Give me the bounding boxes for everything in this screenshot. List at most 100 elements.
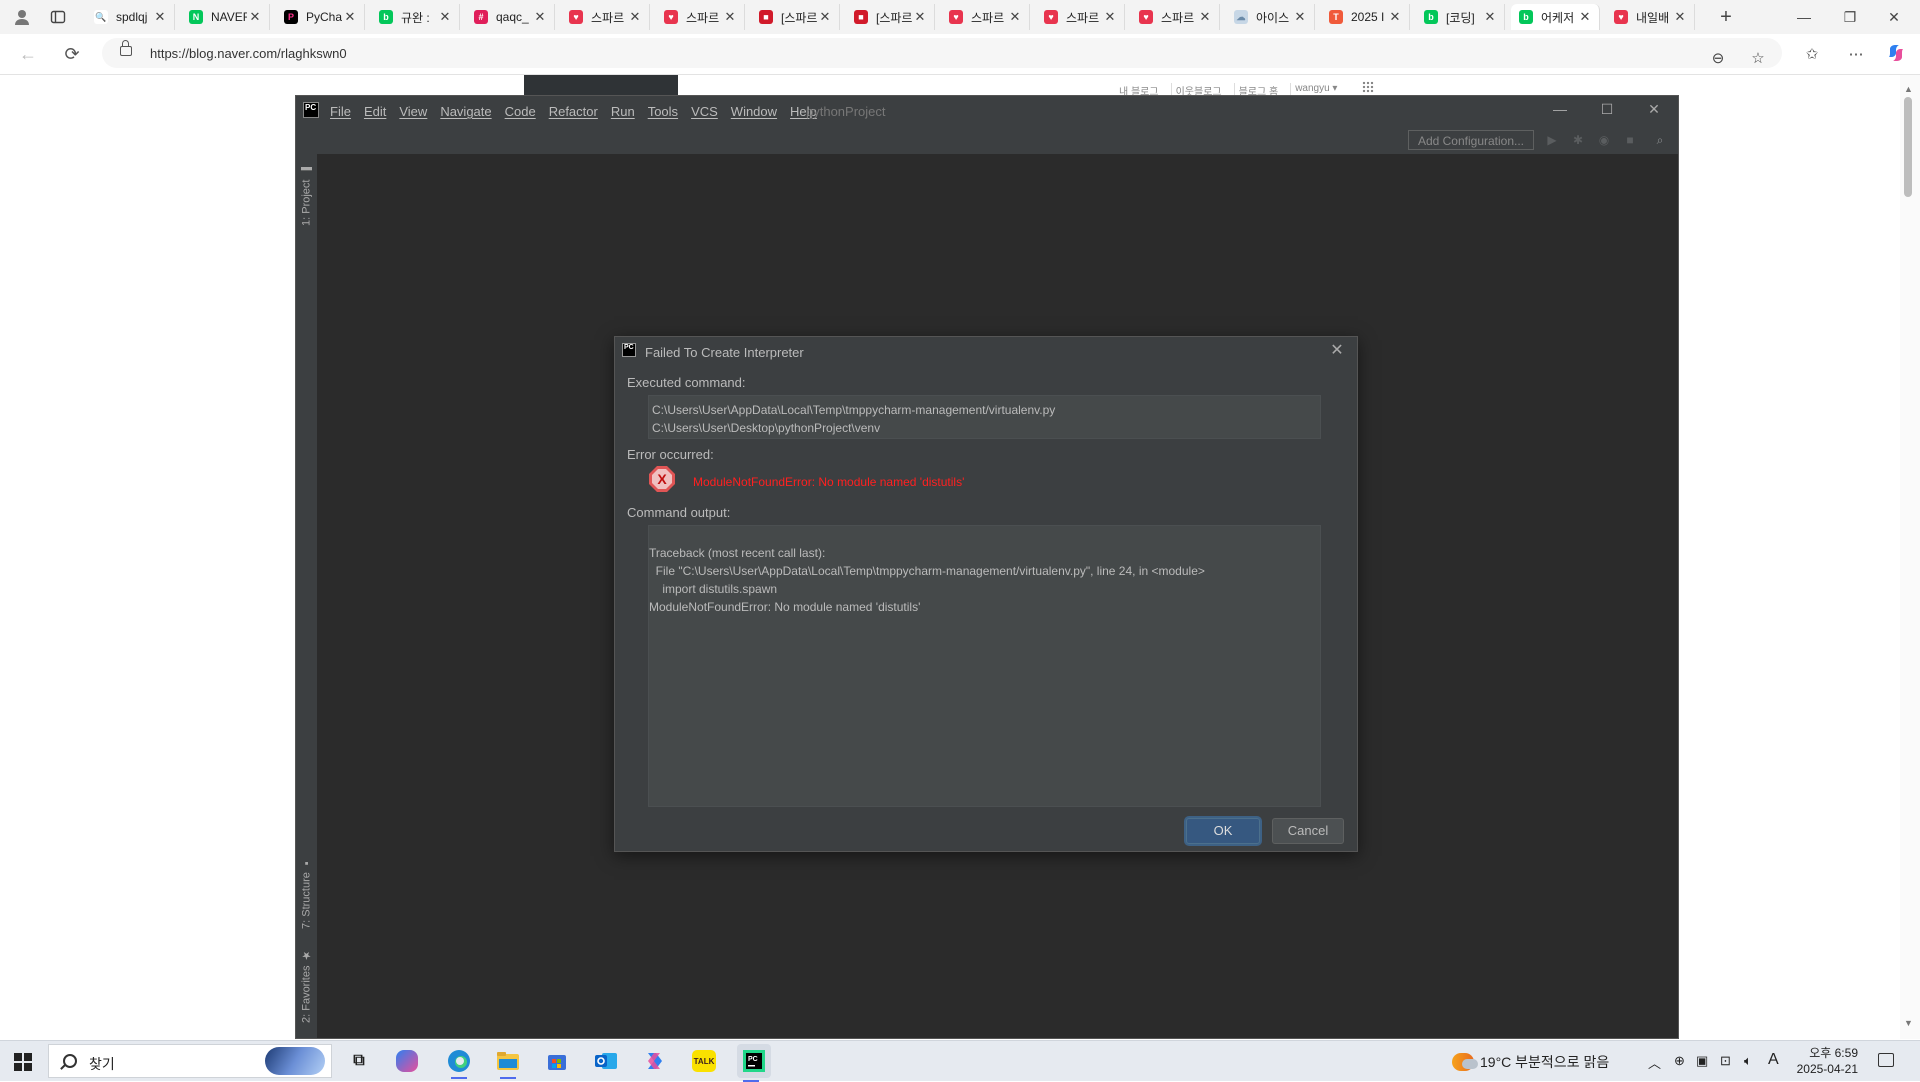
browser-tab[interactable]: ■ [스파르 ✕ xyxy=(846,4,935,30)
tab-close-icon[interactable]: ✕ xyxy=(1577,9,1593,25)
command-output-box[interactable]: Traceback (most recent call last): File … xyxy=(648,525,1321,807)
tab-close-icon[interactable]: ✕ xyxy=(437,9,453,25)
browser-tab[interactable]: # qaqc_ ✕ xyxy=(466,4,555,30)
tab-close-icon[interactable]: ✕ xyxy=(532,9,548,25)
tab-close-icon[interactable]: ✕ xyxy=(1482,9,1498,25)
tab-close-icon[interactable]: ✕ xyxy=(912,9,928,25)
browser-tab[interactable]: ♥ 스파르 ✕ xyxy=(656,4,745,30)
search-everywhere-icon[interactable]: ⌕ xyxy=(1652,132,1668,148)
browser-tab[interactable]: T 2025 I ✕ xyxy=(1321,4,1410,30)
tab-close-icon[interactable]: ✕ xyxy=(627,9,643,25)
kakaotalk-icon[interactable]: TALK xyxy=(692,1050,716,1072)
menu-run[interactable]: Run xyxy=(611,104,635,119)
tab-close-icon[interactable]: ✕ xyxy=(817,9,833,25)
microsoft-store-icon[interactable] xyxy=(543,1047,571,1075)
menu-navigate[interactable]: Navigate xyxy=(440,104,491,119)
project-tool-tab[interactable]: 1: Project ▬ xyxy=(296,160,317,230)
start-menu-icon[interactable] xyxy=(14,1053,32,1071)
scroll-down-arrow-icon[interactable]: ▼ xyxy=(1904,1018,1913,1028)
menu-file[interactable]: File xyxy=(330,104,351,119)
debug-icon[interactable]: ✱ xyxy=(1570,132,1586,148)
browser-tab[interactable]: ♥ 스파르 ✕ xyxy=(561,4,650,30)
menu-window[interactable]: Window xyxy=(731,104,777,119)
browser-tab[interactable]: ♥ 스파르 ✕ xyxy=(1131,4,1220,30)
taskbar-search-box[interactable]: 찾기 xyxy=(48,1044,332,1078)
add-configuration-button[interactable]: Add Configuration... xyxy=(1408,130,1534,150)
ime-indicator[interactable]: A xyxy=(1768,1051,1779,1069)
weather-widget[interactable]: 19°C 부분적으로 맑음 xyxy=(1452,1052,1609,1072)
zoom-out-icon[interactable]: ⊖ xyxy=(1708,48,1728,68)
tab-actions-icon[interactable] xyxy=(44,4,72,30)
task-view-icon[interactable]: ⧉ xyxy=(345,1047,373,1075)
close-window-icon[interactable]: ✕ xyxy=(1880,4,1908,30)
back-arrow-icon[interactable]: ← xyxy=(14,40,42,68)
browser-tab[interactable]: ♥ 내일배 ✕ xyxy=(1606,4,1695,30)
browser-tab[interactable]: ■ [스파르 ✕ xyxy=(751,4,840,30)
browser-tab[interactable]: ☁ 아이스 ✕ xyxy=(1226,4,1315,30)
volume-icon[interactable]: 🔈︎ xyxy=(1744,1053,1752,1069)
run-coverage-icon[interactable]: ◉ xyxy=(1596,132,1612,148)
copilot-icon[interactable] xyxy=(1886,43,1906,63)
menu-refactor[interactable]: Refactor xyxy=(549,104,598,119)
minimize-window-icon[interactable]: — xyxy=(1790,4,1818,30)
ok-button[interactable]: OK xyxy=(1186,818,1260,844)
tray-app-icon[interactable]: ⊕ xyxy=(1674,1053,1685,1069)
tab-close-icon[interactable]: ✕ xyxy=(1007,9,1023,25)
file-explorer-icon[interactable] xyxy=(494,1047,522,1079)
browser-tab[interactable]: b 규완 : ✕ xyxy=(371,4,460,30)
favorites-bar-icon[interactable]: ✩ xyxy=(1802,44,1822,64)
stop-icon[interactable]: ■ xyxy=(1622,132,1638,148)
menu-vcs[interactable]: VCS xyxy=(691,104,718,119)
favorites-tool-tab[interactable]: 2: Favorites ★ xyxy=(296,946,317,1026)
menu-tools[interactable]: Tools xyxy=(648,104,678,119)
apps-grid-icon[interactable] xyxy=(1362,81,1374,93)
browser-tab[interactable]: ♥ 스파르 ✕ xyxy=(1036,4,1125,30)
new-tab-button[interactable]: + xyxy=(1712,4,1740,30)
run-icon[interactable]: ▶ xyxy=(1544,132,1560,148)
tab-close-icon[interactable]: ✕ xyxy=(1672,9,1688,25)
scroll-up-arrow-icon[interactable]: ▲ xyxy=(1904,84,1913,94)
menu-code[interactable]: Code xyxy=(505,104,536,119)
tab-close-icon[interactable]: ✕ xyxy=(1102,9,1118,25)
url-field[interactable]: https://blog.naver.com/rlaghkswn0 ⊖ ☆ xyxy=(102,38,1782,68)
browser-tab[interactable]: b 어케저 ✕ xyxy=(1511,4,1600,30)
pycharm-taskbar-icon[interactable]: PC xyxy=(737,1044,771,1082)
tab-close-icon[interactable]: ✕ xyxy=(247,9,263,25)
edge-browser-icon[interactable] xyxy=(445,1047,473,1079)
browser-tab[interactable]: 🔍 spdlqj ✕ xyxy=(86,4,175,30)
browser-tab[interactable]: N NAVER✕ xyxy=(181,4,270,30)
page-scroll-thumb[interactable] xyxy=(1904,97,1912,197)
executed-command-box[interactable]: C:\Users\User\AppData\Local\Temp\tmppych… xyxy=(648,395,1321,439)
tab-close-icon[interactable]: ✕ xyxy=(1387,9,1403,25)
ide-close-icon[interactable]: ✕ xyxy=(1634,101,1674,121)
ide-minimize-icon[interactable]: — xyxy=(1540,101,1580,121)
profile-icon[interactable] xyxy=(8,4,36,30)
system-clock[interactable]: 오후 6:59 2025-04-21 xyxy=(1790,1045,1858,1077)
lock-icon[interactable] xyxy=(120,40,132,56)
tray-overflow-chevron-icon[interactable]: ︿ xyxy=(1648,1053,1661,1072)
restore-window-icon[interactable]: ❐ xyxy=(1836,4,1864,30)
copilot-app-icon[interactable] xyxy=(396,1050,418,1072)
tray-display-icon[interactable]: ▣ xyxy=(1696,1053,1708,1069)
structure-tool-tab[interactable]: 7: Structure ▪ xyxy=(296,854,317,932)
cancel-button[interactable]: Cancel xyxy=(1272,818,1344,844)
browser-tab[interactable]: P PyCharm✕ xyxy=(276,4,365,30)
menu-edit[interactable]: Edit xyxy=(364,104,386,119)
url-text[interactable]: https://blog.naver.com/rlaghkswn0 xyxy=(150,46,347,61)
notification-center-icon[interactable] xyxy=(1878,1053,1894,1067)
microsoft-365-icon[interactable] xyxy=(641,1047,669,1075)
menu-view[interactable]: View xyxy=(399,104,427,119)
refresh-icon[interactable]: ⟳ xyxy=(58,40,86,68)
network-icon[interactable]: ⊡ xyxy=(1720,1053,1731,1069)
tab-close-icon[interactable]: ✕ xyxy=(342,9,358,25)
more-menu-icon[interactable]: ⋯ xyxy=(1846,44,1866,64)
favorite-star-icon[interactable]: ☆ xyxy=(1748,48,1768,68)
browser-tab[interactable]: b [코딩] ✕ xyxy=(1416,4,1505,30)
tab-close-icon[interactable]: ✕ xyxy=(722,9,738,25)
tab-close-icon[interactable]: ✕ xyxy=(1292,9,1308,25)
dialog-close-icon[interactable]: ✕ xyxy=(1327,341,1347,361)
tab-close-icon[interactable]: ✕ xyxy=(1197,9,1213,25)
tab-close-icon[interactable]: ✕ xyxy=(152,9,168,25)
outlook-icon[interactable] xyxy=(592,1047,620,1075)
ide-maximize-icon[interactable]: ☐ xyxy=(1587,101,1627,121)
